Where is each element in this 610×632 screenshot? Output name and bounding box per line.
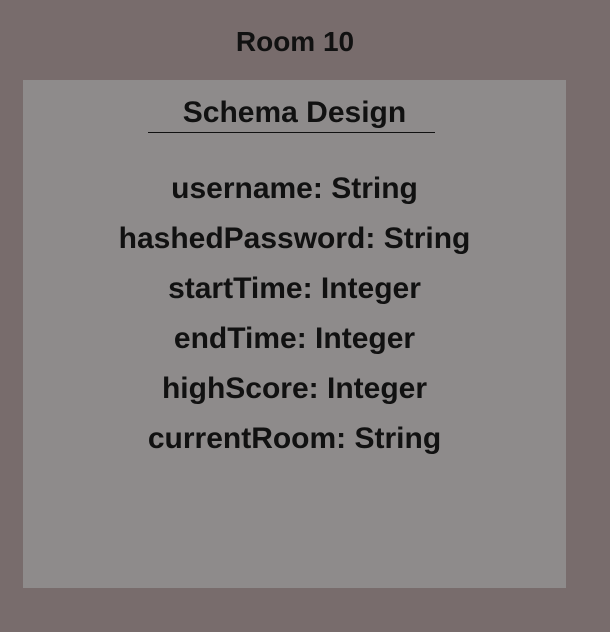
schema-heading: Schema Design xyxy=(182,96,407,129)
schema-field-username: username: String xyxy=(171,172,418,205)
heading-divider xyxy=(148,132,435,133)
schema-field-current-room: currentRoom: String xyxy=(147,422,442,455)
schema-field-start-time: startTime: Integer xyxy=(168,272,421,305)
schema-field-list: username: String hashedPassword: String … xyxy=(23,164,566,464)
schema-field-high-score: highScore: Integer xyxy=(161,372,428,405)
room-title: Room 10 xyxy=(235,26,355,57)
schema-field-hashed-password: hashedPassword: String xyxy=(118,222,471,255)
schema-field-end-time: endTime: Integer xyxy=(173,322,416,355)
schema-panel: Schema Design username: String hashedPas… xyxy=(23,80,566,588)
